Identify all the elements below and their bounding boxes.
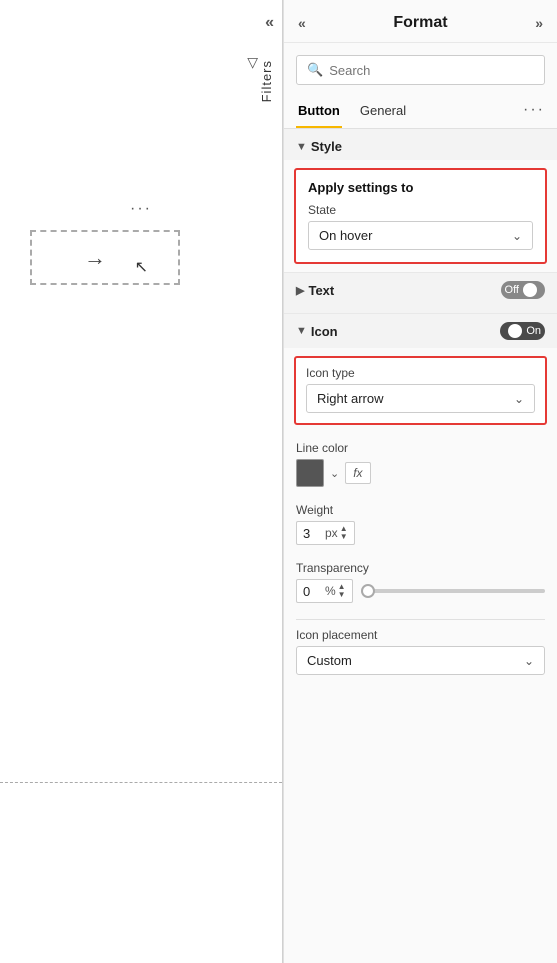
icon-placement-value: Custom [307,653,352,668]
state-value: On hover [319,228,372,243]
panel-header: « Format » [284,0,557,43]
transparency-value: 0 [303,584,321,599]
search-icon: 🔍 [307,62,323,78]
icon-chevron-icon: ▼ [296,325,307,337]
weight-label: Weight [296,503,545,517]
icon-placement-label: Icon placement [296,628,545,642]
style-section-label: Style [311,139,342,154]
panel-nav-back[interactable]: « [298,15,306,31]
transparency-input-box[interactable]: 0 % ▲ ▼ [296,579,353,603]
icon-type-value: Right arrow [317,391,383,406]
icon-section-label-group[interactable]: ▼ Icon [296,324,338,339]
fx-button[interactable]: fx [345,462,370,484]
icon-type-label: Icon type [306,366,535,380]
icon-type-box: Icon type Right arrow ⌄ [294,356,547,425]
toggle-on-label: On [526,325,541,337]
text-section-label[interactable]: ▶ Text [296,283,334,298]
arrow-button-preview: → ↖ [30,230,180,285]
icon-type-dropdown[interactable]: Right arrow ⌄ [306,384,535,413]
transparency-slider-row: 0 % ▲ ▼ [296,579,545,603]
dashed-divider [0,782,282,783]
text-chevron-icon: ▶ [296,284,304,297]
state-chevron-icon: ⌄ [512,229,522,243]
arrow-icon: → [84,245,106,271]
icon-section-header: ▼ Icon On [284,313,557,348]
line-color-label: Line color [296,441,545,455]
toggle-on-circle [508,324,522,338]
tab-general[interactable]: General [358,97,408,128]
transparency-section: Transparency 0 % ▲ ▼ [284,553,557,611]
line-color-row: ⌄ fx [296,459,545,487]
transparency-unit: % [325,584,336,598]
panel-nav-forward[interactable]: » [535,15,543,31]
line-color-chevron-icon[interactable]: ⌄ [330,467,339,480]
icon-toggle-switch[interactable]: On [500,322,545,340]
text-toggle-switch[interactable]: Off [501,281,545,299]
tab-button[interactable]: Button [296,97,342,128]
weight-input-box[interactable]: 3 px ▲ ▼ [296,521,355,545]
style-section-header[interactable]: ▼ Style [284,129,557,160]
format-panel: « Format » 🔍 Button General ··· ▼ Style … [283,0,557,963]
transparency-down-button[interactable]: ▼ [338,591,346,599]
transparency-slider-track[interactable] [361,589,545,593]
state-label: State [308,203,533,217]
canvas-more-button[interactable]: ··· [130,200,152,218]
section-divider [296,619,545,620]
apply-settings-box: Apply settings to State On hover ⌄ [294,168,547,264]
icon-type-chevron-icon: ⌄ [514,392,524,406]
weight-stepper[interactable]: ▲ ▼ [340,525,348,541]
tab-more-button[interactable]: ··· [523,101,545,125]
state-dropdown[interactable]: On hover ⌄ [308,221,533,250]
transparency-slider-thumb[interactable] [361,584,375,598]
weight-unit: px [325,526,338,540]
panel-title: Format [393,14,447,32]
style-chevron-icon: ▼ [296,141,307,153]
text-label: Text [308,283,334,298]
toggle-off-label: Off [505,284,519,296]
text-toggle-row: ▶ Text Off [284,272,557,307]
filters-label: Filters [259,60,274,102]
icon-placement-chevron-icon: ⌄ [524,654,534,668]
transparency-label: Transparency [296,561,545,575]
line-color-swatch[interactable] [296,459,324,487]
search-box[interactable]: 🔍 [296,55,545,85]
collapse-button[interactable]: « [265,14,274,32]
icon-placement-section: Icon placement Custom ⌄ [284,611,557,687]
tabs-row: Button General ··· [284,93,557,129]
weight-value: 3 [303,526,321,541]
search-input[interactable] [329,63,534,78]
weight-section: Weight 3 px ▲ ▼ [284,495,557,553]
icon-section-label: Icon [311,324,338,339]
icon-placement-dropdown[interactable]: Custom ⌄ [296,646,545,675]
apply-settings-title: Apply settings to [308,180,533,195]
filter-icon: ▽ [247,54,258,71]
canvas-area: « ▽ Filters ··· → ↖ [0,0,283,963]
line-color-section: Line color ⌄ fx [284,433,557,495]
toggle-circle [523,283,537,297]
transparency-stepper[interactable]: ▲ ▼ [338,583,346,599]
weight-down-button[interactable]: ▼ [340,533,348,541]
weight-input-row: 3 px ▲ ▼ [296,521,545,545]
cursor-icon: ↖ [135,257,148,277]
